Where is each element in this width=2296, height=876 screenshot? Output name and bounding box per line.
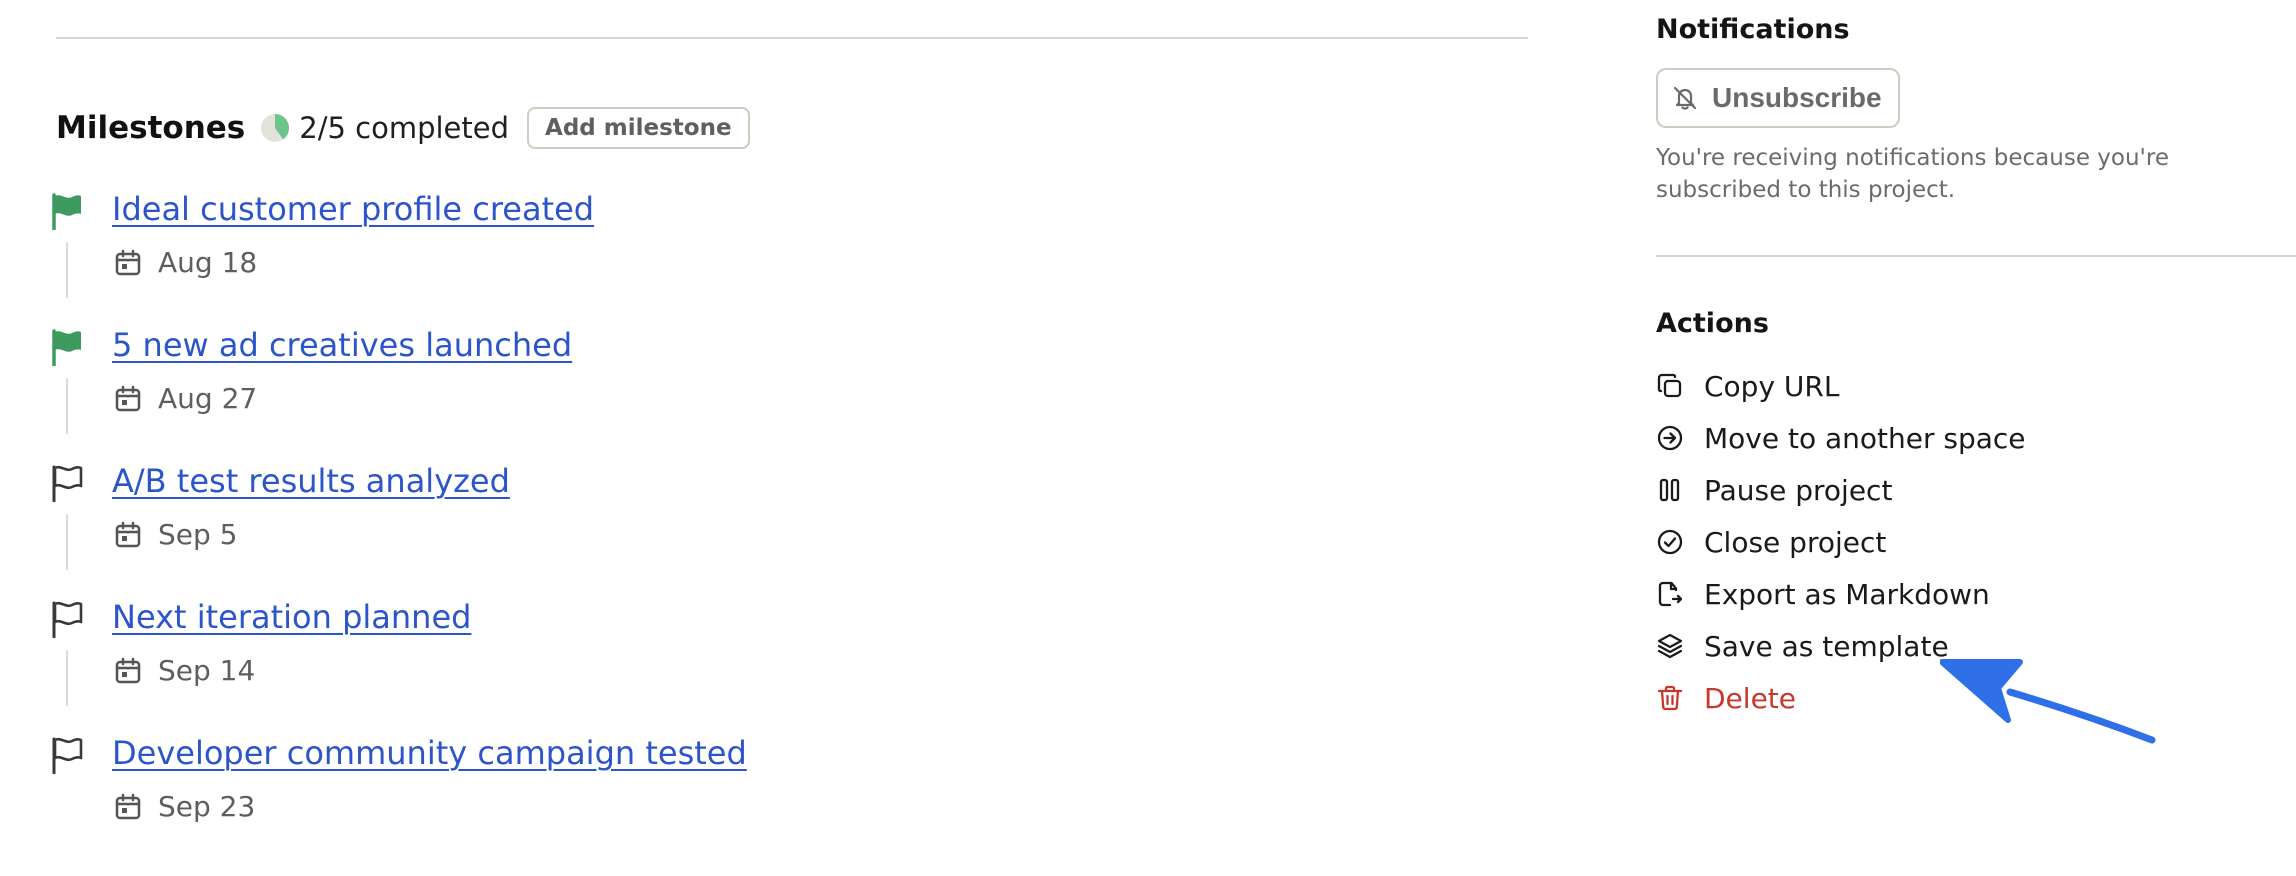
copy-icon	[1657, 373, 1682, 398]
action-move-space[interactable]: Move to another space	[1656, 418, 2026, 458]
action-label: Save as template	[1704, 629, 1949, 663]
milestone-date: Aug 27	[114, 382, 257, 415]
calendar-icon	[115, 385, 141, 411]
calendar-icon	[115, 521, 141, 547]
milestone-item: 5 new ad creatives launched Aug 27	[50, 326, 950, 462]
milestone-link[interactable]: Developer community campaign tested	[112, 734, 747, 772]
add-milestone-button[interactable]: Add milestone	[527, 107, 750, 149]
action-label: Pause project	[1704, 473, 1893, 507]
unsubscribe-button[interactable]: Unsubscribe	[1656, 68, 1900, 128]
milestone-connector	[66, 650, 68, 706]
milestone-connector	[66, 242, 68, 298]
milestone-date-text: Aug 18	[158, 246, 258, 279]
milestone-item: Developer community campaign tested Sep …	[50, 734, 950, 870]
action-label: Move to another space	[1704, 421, 2026, 455]
milestone-link[interactable]: 5 new ad creatives launched	[112, 326, 572, 364]
milestone-date-text: Aug 27	[158, 382, 258, 415]
milestone-link[interactable]: Ideal customer profile created	[112, 190, 594, 228]
notifications-description: You're receiving notifications because y…	[1656, 145, 2169, 203]
milestone-date-text: Sep 5	[158, 518, 238, 551]
pause-icon	[1659, 478, 1680, 502]
actions-heading: Actions	[1656, 308, 1769, 339]
flag-filled-icon	[52, 193, 81, 230]
milestones-header: Milestones 2/5 completed Add milestone	[56, 104, 750, 152]
milestone-date-text: Sep 23	[158, 790, 256, 823]
action-label: Copy URL	[1704, 369, 1840, 403]
arrow-circle-right-icon	[1657, 425, 1683, 451]
action-pause-project[interactable]: Pause project	[1656, 470, 1892, 510]
action-delete[interactable]: Delete	[1656, 678, 1796, 718]
bell-off-icon	[1673, 86, 1697, 110]
milestone-item: A/B test results analyzed Sep 5	[50, 462, 950, 598]
section-divider	[56, 37, 1528, 39]
action-label: Delete	[1704, 681, 1796, 715]
flag-outline-icon	[52, 465, 83, 502]
calendar-icon	[115, 793, 141, 819]
action-close-project[interactable]: Close project	[1656, 522, 1886, 562]
action-label: Export as Markdown	[1704, 577, 1990, 611]
file-export-icon	[1658, 581, 1683, 607]
milestone-date: Sep 5	[114, 518, 238, 551]
milestone-item: Ideal customer profile created Aug 18	[50, 190, 950, 326]
milestone-item: Next iteration planned Sep 14	[50, 598, 950, 734]
milestone-link[interactable]: A/B test results analyzed	[112, 462, 510, 500]
calendar-icon	[115, 249, 141, 275]
milestones-progress-text: 2/5 completed	[299, 111, 510, 145]
milestone-connector	[66, 378, 68, 434]
action-export-markdown[interactable]: Export as Markdown	[1656, 574, 1990, 614]
milestone-date: Sep 23	[114, 790, 255, 823]
flag-filled-icon	[52, 329, 81, 366]
unsubscribe-label: Unsubscribe	[1712, 82, 1882, 113]
sidebar-divider	[1656, 255, 2296, 257]
project-page: Milestones 2/5 completed Add milestone I…	[0, 0, 2296, 876]
milestone-connector	[66, 514, 68, 570]
layers-icon	[1657, 633, 1683, 659]
milestone-link[interactable]: Next iteration planned	[112, 598, 471, 636]
milestone-date: Aug 18	[114, 246, 257, 279]
check-circle-icon	[1657, 529, 1683, 555]
milestone-date-text: Sep 14	[158, 654, 256, 687]
flag-outline-icon	[52, 601, 83, 638]
action-copy-url[interactable]: Copy URL	[1656, 366, 1839, 406]
milestones-title: Milestones	[56, 110, 246, 146]
action-save-template[interactable]: Save as template	[1656, 626, 1949, 666]
notifications-heading: Notifications	[1656, 14, 1850, 45]
milestone-date: Sep 14	[114, 654, 255, 687]
action-label: Close project	[1704, 525, 1887, 559]
progress-pie-icon	[261, 114, 290, 142]
trash-icon	[1657, 685, 1683, 711]
calendar-icon	[115, 657, 141, 683]
flag-outline-icon	[52, 737, 83, 774]
annotation-arrow-icon	[1940, 659, 2156, 744]
